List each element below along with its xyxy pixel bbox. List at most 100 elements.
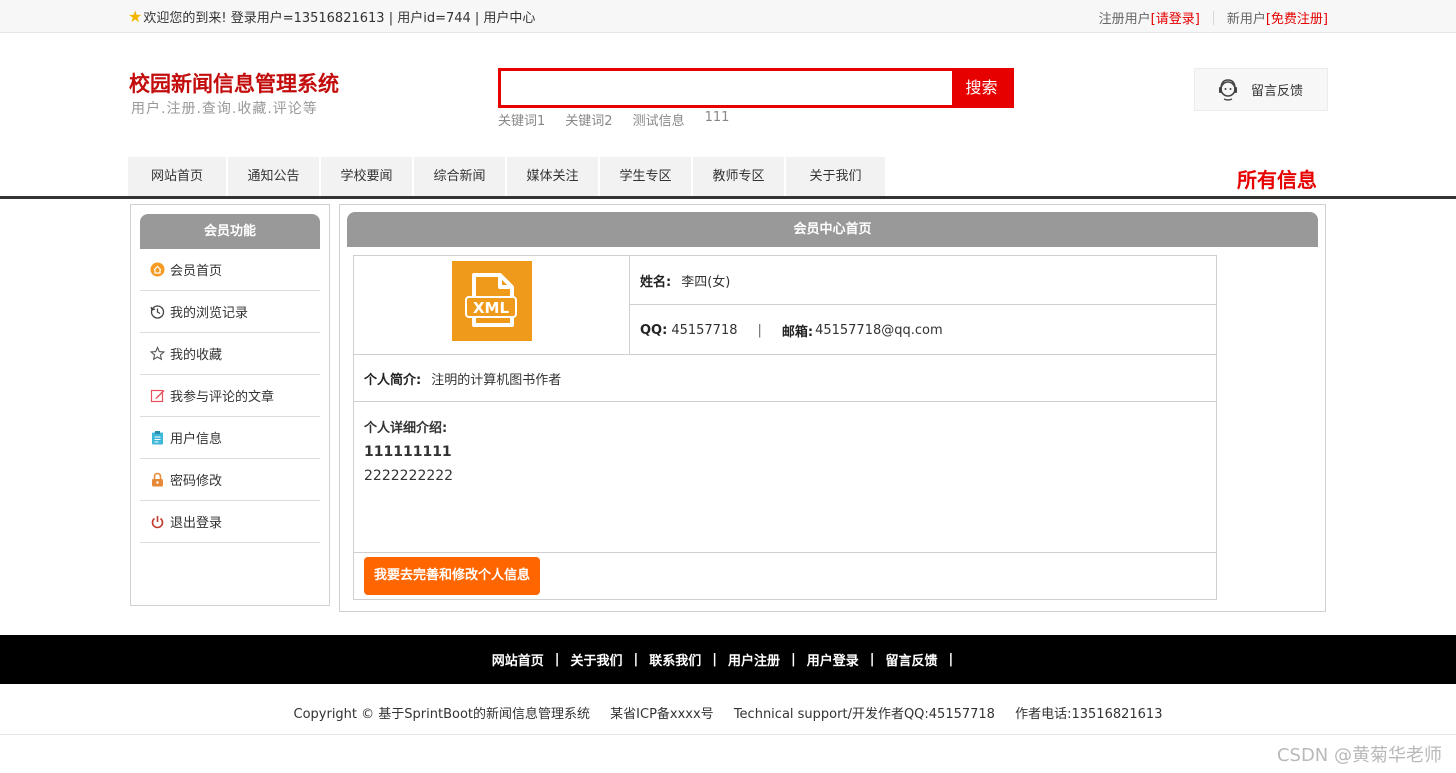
hotwords: 关键词1 关键词2 测试信息 111 xyxy=(498,110,729,129)
avatar-cell: XML xyxy=(354,256,630,355)
name-value: 李四(女) xyxy=(681,274,731,290)
nav-item[interactable]: 媒体关注 xyxy=(507,157,600,197)
qq-label: QQ: xyxy=(640,322,668,338)
edit-icon xyxy=(150,388,165,403)
profile-card: XML 姓名: 李四(女) QQ: 45157718 | 邮箱: 4515771… xyxy=(353,255,1217,600)
footer-separator: | xyxy=(633,652,639,667)
email-value: 45157718@qq.com xyxy=(815,322,943,338)
profile-top-row: XML 姓名: 李四(女) QQ: 45157718 | 邮箱: 4515771… xyxy=(354,256,1216,355)
star-icon: ★ xyxy=(128,6,143,26)
footer-link[interactable]: 用户登录 xyxy=(807,650,859,669)
member-sidebar: 会员功能 会员首页我的浏览记录我的收藏我参与评论的文章 用户信息密码修改退出登录 xyxy=(130,204,330,606)
sidebar-item-label: 我参与评论的文章 xyxy=(170,390,275,405)
sidebar-menu: 会员首页我的浏览记录我的收藏我参与评论的文章 用户信息密码修改退出登录 xyxy=(140,249,320,543)
intro-label: 个人简介: xyxy=(364,372,422,388)
all-info-link[interactable]: 所有信息 xyxy=(1237,164,1317,193)
welcome-area: ★ 欢迎您的到来! 登录用户=13516821613 | 用户id=744 | … xyxy=(128,7,535,26)
sidebar-item-label: 用户信息 xyxy=(170,432,223,447)
name-row: 姓名: 李四(女) xyxy=(630,256,1216,305)
lock-icon xyxy=(150,472,165,487)
intro-value: 注明的计算机图书作者 xyxy=(431,372,562,388)
bottom-divider xyxy=(0,734,1456,735)
nav-item[interactable]: 关于我们 xyxy=(786,157,887,197)
footer-link[interactable]: 关于我们 xyxy=(570,650,622,669)
search-button[interactable]: 搜索 xyxy=(952,71,1011,105)
sidebar-item-label: 会员首页 xyxy=(170,264,223,279)
contact-row: QQ: 45157718 | 邮箱: 45157718@qq.com xyxy=(630,305,1216,355)
sidebar-item-label: 退出登录 xyxy=(170,516,223,531)
welcome-text: 欢迎您的到来! 登录用户=13516821613 | 用户id=744 | 用户… xyxy=(143,11,536,26)
detail-line-1: 111111111 xyxy=(364,444,452,460)
member-center-panel: 会员中心首页 XML 姓名: 李四(女) QQ: 45157718 | 邮箱: … xyxy=(339,204,1326,612)
star-icon xyxy=(150,346,165,361)
edit-profile-button[interactable]: 我要去完善和修改个人信息 xyxy=(364,557,540,595)
icp-text: 某省ICP备xxxx号 xyxy=(610,707,714,722)
nav-item[interactable]: 网站首页 xyxy=(128,157,228,197)
watermark: CSDN @黄菊华老师 xyxy=(1276,745,1442,766)
register-user-label: 注册用户 xyxy=(1098,12,1151,27)
copyright-text: Copyright © 基于SprintBoot的新闻信息管理系统 xyxy=(293,707,591,722)
sidebar-item[interactable]: 用户信息 xyxy=(140,417,320,459)
nav-item[interactable]: 学校要闻 xyxy=(321,157,414,197)
hotword-link[interactable]: 111 xyxy=(705,110,730,129)
home-icon xyxy=(150,262,165,277)
feedback-label: 留言反馈 xyxy=(1251,84,1304,99)
sidebar-item[interactable]: 会员首页 xyxy=(140,249,320,291)
footer-separator: | xyxy=(869,652,875,667)
footer-separator: | xyxy=(554,652,560,667)
footer-separator: | xyxy=(712,652,717,667)
sidebar-item-label: 密码修改 xyxy=(170,474,223,489)
footer-link[interactable]: 网站首页 xyxy=(492,650,544,669)
detail-label: 个人详细介绍: xyxy=(364,421,448,436)
sidebar-item[interactable]: 我参与评论的文章 xyxy=(140,375,320,417)
top-bar: ★ 欢迎您的到来! 登录用户=13516821613 | 用户id=744 | … xyxy=(0,0,1456,33)
hotword-link[interactable]: 关键词1 xyxy=(498,110,545,129)
footer-link[interactable]: 用户注册 xyxy=(728,650,780,669)
nav-item[interactable]: 通知公告 xyxy=(228,157,321,197)
xml-file-icon: XML xyxy=(452,261,532,341)
power-icon xyxy=(150,514,165,529)
new-user-label: 新用户 xyxy=(1226,12,1266,27)
site-subtitle: 用户.注册.查询.收藏.评论等 xyxy=(131,101,318,117)
feedback-button[interactable]: 留言反馈 xyxy=(1194,68,1328,111)
intro-row: 个人简介: 注明的计算机图书作者 xyxy=(354,355,1216,402)
nav-divider xyxy=(0,196,1456,199)
topbar-divider xyxy=(1212,10,1214,25)
email-label: 邮箱: xyxy=(781,324,814,340)
register-link[interactable]: [免费注册] xyxy=(1266,8,1328,27)
hotword-link[interactable]: 关键词2 xyxy=(565,110,612,129)
footer-links: 网站首页 | 关于我们 | 联系我们 | 用户注册 | 用户登录 | 留言反馈 | xyxy=(0,635,1456,684)
sidebar-item-label: 我的收藏 xyxy=(170,348,223,363)
sidebar-item[interactable]: 退出登录 xyxy=(140,501,320,543)
nav-item[interactable]: 综合新闻 xyxy=(414,157,507,197)
sidebar-item[interactable]: 我的浏览记录 xyxy=(140,291,320,333)
sidebar-title: 会员功能 xyxy=(140,214,320,249)
search-box: 搜索 xyxy=(498,68,1014,108)
footer-link[interactable]: 联系我们 xyxy=(649,650,701,669)
footer-link[interactable]: 留言反馈 xyxy=(886,650,938,669)
name-label: 姓名: xyxy=(640,274,672,290)
copyright-bar: Copyright © 基于SprintBoot的新闻信息管理系统 某省ICP备… xyxy=(0,703,1456,722)
footer-separator: | xyxy=(791,652,796,667)
svg-text:XML: XML xyxy=(473,299,509,317)
qq-value: 45157718 xyxy=(671,322,738,338)
search-input[interactable] xyxy=(501,71,953,105)
customer-service-icon xyxy=(1219,78,1237,101)
button-row: 我要去完善和修改个人信息 xyxy=(354,553,1216,599)
phone-text: 作者电话:13516821613 xyxy=(1015,707,1163,722)
nav-item[interactable]: 教师专区 xyxy=(693,157,786,197)
sidebar-item[interactable]: 密码修改 xyxy=(140,459,320,501)
panel-title: 会员中心首页 xyxy=(347,212,1318,247)
history-icon xyxy=(150,304,165,319)
clipboard-icon xyxy=(150,430,165,445)
site-title[interactable]: 校园新闻信息管理系统 xyxy=(129,68,339,98)
detail-row: 个人详细介绍: 111111111 2222222222 xyxy=(354,402,1216,553)
detail-line-2: 2222222222 xyxy=(364,468,454,484)
user-links: 注册用户 [请登录] 新用户 [免费注册] xyxy=(1099,8,1328,27)
nav-item[interactable]: 学生专区 xyxy=(600,157,693,197)
support-text: Technical support/开发作者QQ:45157718 xyxy=(733,707,995,722)
sidebar-item[interactable]: 我的收藏 xyxy=(140,333,320,375)
contact-divider: | xyxy=(757,322,762,338)
login-link[interactable]: [请登录] xyxy=(1151,8,1200,27)
hotword-link[interactable]: 测试信息 xyxy=(633,110,685,129)
